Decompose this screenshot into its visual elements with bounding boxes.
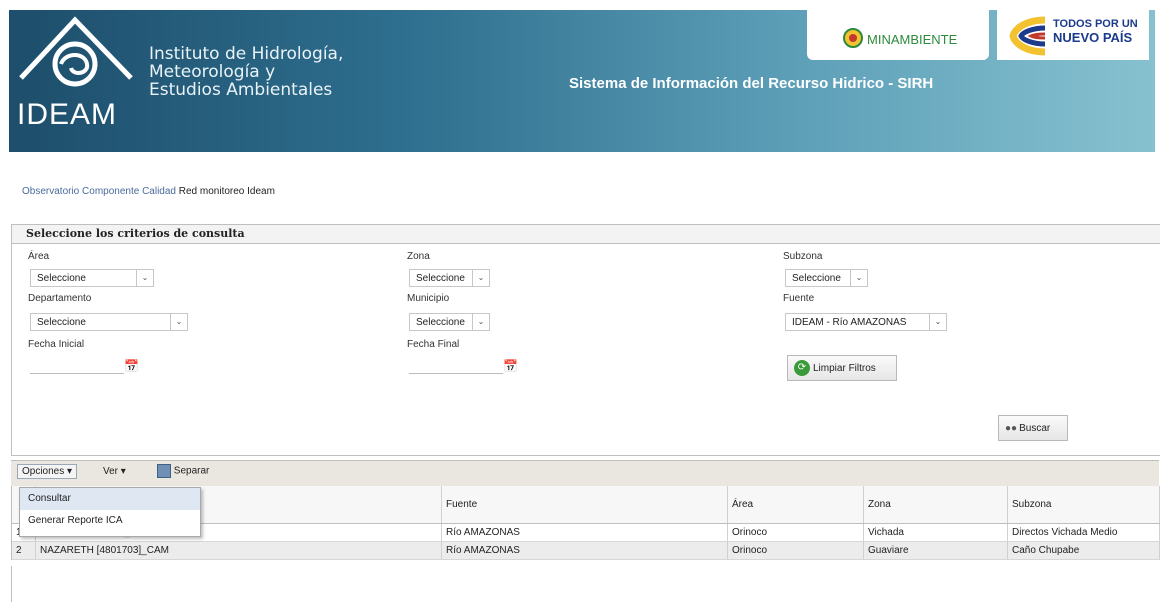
- chevron-down-icon: ⌄: [472, 270, 489, 286]
- area-label: Área: [28, 251, 50, 262]
- buscar-label: Buscar: [1019, 423, 1051, 434]
- cell-area: Orinoco: [727, 523, 864, 542]
- limpiar-filtros-label: Limpiar Filtros: [813, 363, 876, 374]
- cell-zona: Vichada: [863, 523, 1008, 542]
- criteria-title: Seleccione los criterios de consulta: [12, 225, 1160, 244]
- menu-item-consultar[interactable]: Consultar: [20, 488, 200, 510]
- breadcrumb-current: Red monitoreo Ideam: [178, 186, 275, 197]
- ideam-logo-text: IDEAM: [17, 98, 118, 131]
- buscar-button[interactable]: ●● Buscar: [998, 415, 1068, 441]
- zona-select[interactable]: Seleccione ⌄: [409, 269, 490, 287]
- area-select[interactable]: Seleccione ⌄: [30, 269, 154, 287]
- results-toolbar: Opciones ▾ Ver ▾ Separar: [11, 460, 1159, 487]
- header-banner: IDEAM Instituto de Hidrología, Meteorolo…: [9, 10, 1155, 152]
- chevron-down-icon: ⌄: [929, 314, 946, 330]
- opciones-menu-button[interactable]: Opciones ▾: [17, 464, 78, 479]
- fuente-label: Fuente: [783, 293, 815, 304]
- nuevo-pais-line-1: TODOS POR UN: [1053, 18, 1138, 30]
- institute-name: Instituto de Hidrología, Meteorología y …: [149, 45, 343, 99]
- separar-label: Separar: [173, 465, 210, 477]
- departamento-select[interactable]: Seleccione ⌄: [30, 313, 188, 331]
- municipio-label: Municipio: [407, 293, 450, 304]
- detach-icon: [157, 464, 171, 478]
- nuevo-pais-logo: TODOS POR UN NUEVO PAÍS: [997, 10, 1149, 60]
- caret-down-icon: ▾: [120, 466, 126, 477]
- minambiente-logo: MINAMBIENTE: [807, 10, 989, 60]
- binoculars-icon: ●●: [1005, 423, 1018, 434]
- nuevo-pais-line-2: NUEVO PAÍS: [1053, 30, 1133, 45]
- fecha-final-label: Fecha Final: [407, 339, 460, 350]
- fecha-inicial-label: Fecha Inicial: [28, 339, 85, 350]
- calendar-icon[interactable]: 📅: [124, 359, 139, 373]
- chevron-down-icon: ⌄: [136, 270, 153, 286]
- cell-area: Orinoco: [727, 541, 864, 560]
- limpiar-filtros-button[interactable]: ⟳ Limpiar Filtros: [787, 355, 897, 381]
- ideam-logo-icon: [19, 16, 133, 87]
- criteria-panel: Seleccione los criterios de consulta Áre…: [11, 224, 1160, 456]
- municipio-select-value: Seleccione: [416, 317, 465, 328]
- cell-zona: Guaviare: [863, 541, 1008, 560]
- institute-line-3: Estudios Ambientales: [149, 80, 333, 100]
- breadcrumb-observatorio[interactable]: Observatorio: [22, 186, 79, 197]
- fecha-final-input[interactable]: [409, 355, 503, 374]
- subzona-select-value: Seleccione: [792, 273, 841, 284]
- subzona-label: Subzona: [783, 251, 823, 262]
- column-header-fuente[interactable]: Fuente: [441, 486, 728, 524]
- opciones-label: Opciones: [22, 466, 65, 477]
- subzona-select[interactable]: Seleccione ⌄: [785, 269, 868, 287]
- fuente-select[interactable]: IDEAM - Río AMAZONAS ⌄: [785, 313, 947, 331]
- caret-down-icon: ▾: [67, 466, 73, 477]
- opciones-dropdown-menu: Consultar Generar Reporte ICA: [19, 487, 201, 537]
- chevron-down-icon: ⌄: [170, 314, 187, 330]
- zona-select-value: Seleccione: [416, 273, 465, 284]
- breadcrumb-componente-calidad[interactable]: Componente Calidad: [82, 186, 176, 197]
- cell-subzona: Directos Vichada Medio: [1007, 523, 1160, 542]
- fecha-inicial-input[interactable]: [30, 355, 124, 374]
- breadcrumb: Observatorio Componente Calidad Red moni…: [22, 186, 275, 197]
- minambiente-text: MINAMBIENTE: [867, 32, 958, 47]
- departamento-label: Departamento: [28, 293, 92, 304]
- column-header-subzona[interactable]: Subzona: [1007, 486, 1160, 524]
- area-select-value: Seleccione: [37, 273, 86, 284]
- institute-line-2: Meteorología y: [149, 62, 276, 82]
- table-row[interactable]: 2 NAZARETH [4801703]_CAM Río AMAZONAS Or…: [12, 541, 1160, 560]
- institute-line-1: Instituto de Hidrología,: [149, 44, 344, 64]
- ver-label: Ver: [103, 466, 119, 477]
- zona-label: Zona: [407, 251, 430, 262]
- cell-fuente: Río AMAZONAS: [441, 541, 728, 560]
- system-title: Sistema de Información del Recurso Hidri…: [569, 75, 934, 92]
- column-header-area[interactable]: Área: [727, 486, 864, 524]
- flag-swoosh-icon: [1009, 16, 1046, 56]
- fuente-select-value: IDEAM - Río AMAZONAS: [792, 317, 907, 328]
- municipio-select[interactable]: Seleccione ⌄: [409, 313, 490, 331]
- refresh-icon: ⟳: [794, 360, 810, 377]
- calendar-icon[interactable]: 📅: [503, 359, 518, 373]
- row-number: 2: [12, 541, 36, 560]
- ver-menu-button[interactable]: Ver ▾: [103, 466, 126, 477]
- cell-subzona: Caño Chupabe: [1007, 541, 1160, 560]
- departamento-select-value: Seleccione: [37, 317, 86, 328]
- coat-of-arms-icon: [843, 28, 863, 48]
- cell-station: NAZARETH [4801703]_CAM: [35, 541, 442, 560]
- grid-empty-area: [11, 566, 1160, 602]
- chevron-down-icon: ⌄: [850, 270, 867, 286]
- menu-item-generar-reporte-ica[interactable]: Generar Reporte ICA: [20, 510, 200, 532]
- separar-button[interactable]: Separar: [157, 464, 209, 478]
- chevron-down-icon: ⌄: [472, 314, 489, 330]
- cell-fuente: Río AMAZONAS: [441, 523, 728, 542]
- column-header-zona[interactable]: Zona: [863, 486, 1008, 524]
